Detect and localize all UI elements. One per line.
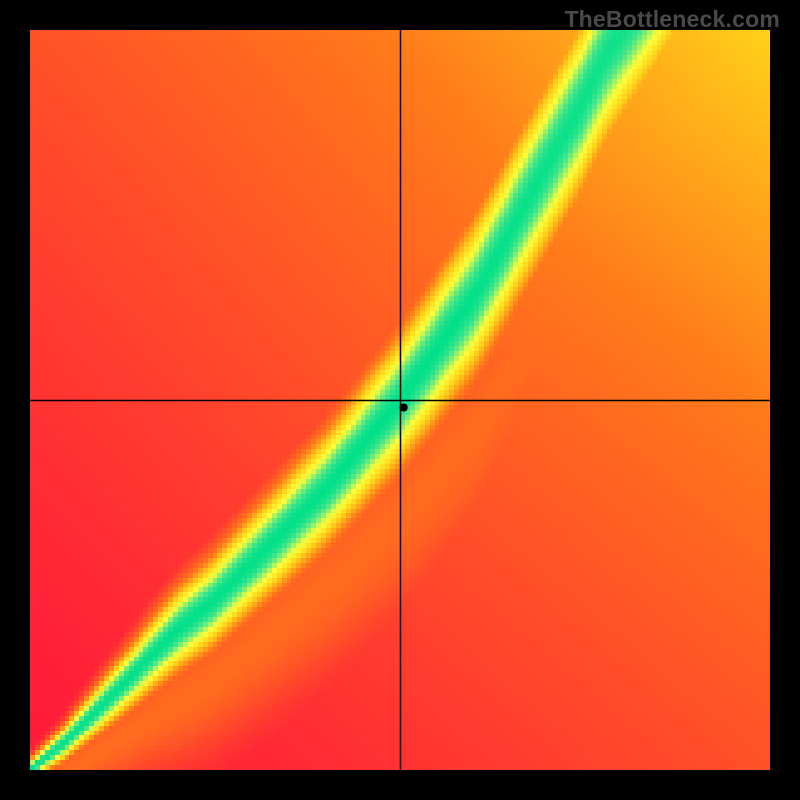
watermark-text: TheBottleneck.com <box>564 6 780 33</box>
chart-frame: TheBottleneck.com <box>0 0 800 800</box>
bottleneck-heatmap <box>30 30 770 770</box>
plot-area <box>30 30 770 770</box>
